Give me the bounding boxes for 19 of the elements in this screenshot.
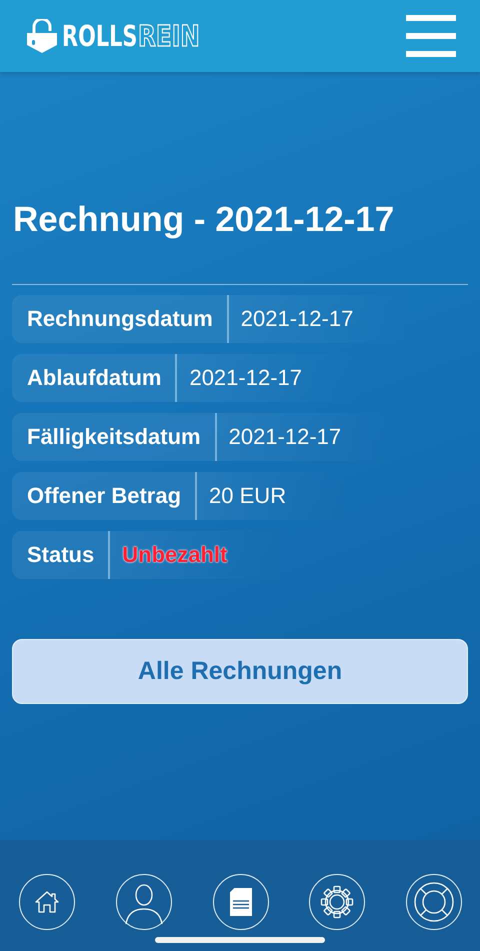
all-invoices-button[interactable]: Alle Rechnungen <box>12 639 468 704</box>
menu-icon[interactable] <box>406 15 456 57</box>
detail-label: Fälligkeitsdatum <box>12 413 217 461</box>
nav-button[interactable] <box>406 874 462 930</box>
logo-text-outline: REIN <box>138 19 200 53</box>
logo-text: ROLLS <box>62 19 138 53</box>
page-title: Rechnung - 2021-12-17 <box>12 200 396 240</box>
nav-button[interactable] <box>212 874 268 930</box>
nav-button[interactable] <box>19 874 75 930</box>
document-icon <box>230 888 252 916</box>
padlock-icon <box>26 19 58 53</box>
detail-label: Rechnungsdatum <box>12 295 229 343</box>
detail-label: Ablaufdatum <box>12 354 178 402</box>
nav-button[interactable] <box>116 874 172 930</box>
detail-label: Offener Betrag <box>12 472 198 520</box>
gear-icon <box>319 884 356 920</box>
lifebuoy-icon <box>413 881 455 923</box>
detail-label: Status <box>12 531 110 579</box>
nav-button[interactable] <box>309 874 366 930</box>
